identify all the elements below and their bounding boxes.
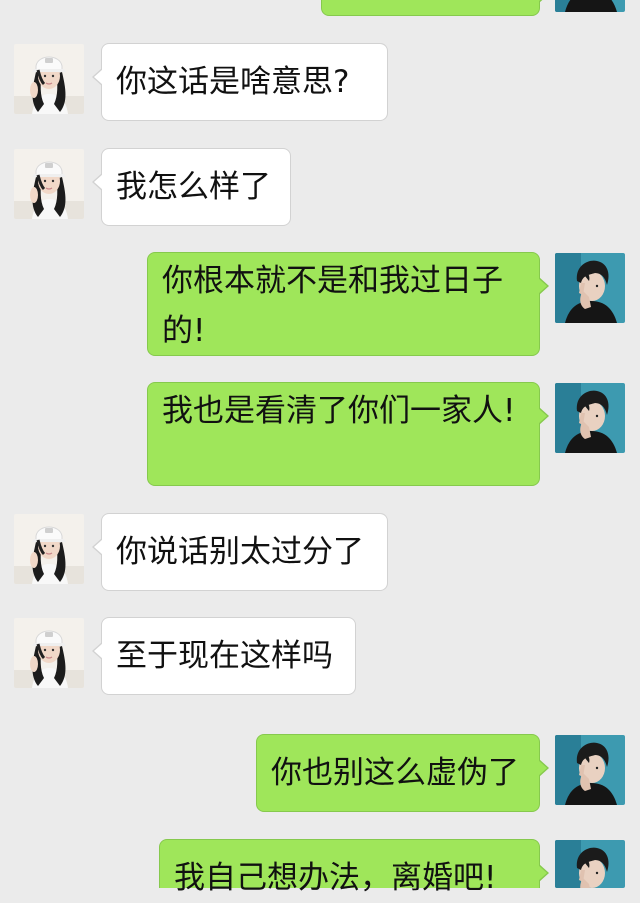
male-user-avatar[interactable] <box>555 253 625 323</box>
outgoing-message-bubble: 你也别这么虚伪了 <box>256 734 549 812</box>
outgoing-message-bubble: 我自己想办法，离婚吧! <box>159 839 549 896</box>
male-user-avatar[interactable] <box>555 840 625 888</box>
outgoing-message-bubble: 你根本就不是和我过日子的! <box>147 252 549 356</box>
chat-message-list[interactable]: 你这话是啥意思? 我怎么样了 你根本就不是和我过日子的! 我也是看清了你们一家人… <box>0 0 640 896</box>
message-text: 你根本就不是和我过日子的! <box>162 263 503 349</box>
male-user-avatar[interactable] <box>555 735 625 805</box>
female-user-avatar[interactable] <box>14 149 84 219</box>
message-text: 你这话是啥意思? <box>116 64 350 100</box>
message-text: 至于现在这样吗 <box>116 638 333 674</box>
outgoing-message-bubble <box>321 0 549 16</box>
message-text: 我自己想办法，离婚吧! <box>174 860 497 896</box>
incoming-message-bubble: 你这话是啥意思? <box>92 43 388 121</box>
message-text: 你说话别太过分了 <box>116 534 364 570</box>
message-text: 我也是看清了你们一家人! <box>162 393 516 429</box>
incoming-message-bubble: 我怎么样了 <box>92 148 291 226</box>
outgoing-message-bubble: 我也是看清了你们一家人! <box>147 382 549 486</box>
male-user-avatar[interactable] <box>555 0 625 12</box>
female-user-avatar[interactable] <box>14 44 84 114</box>
message-text: 我怎么样了 <box>116 169 271 205</box>
female-user-avatar[interactable] <box>14 618 84 688</box>
incoming-message-bubble: 你说话别太过分了 <box>92 513 388 591</box>
incoming-message-bubble: 至于现在这样吗 <box>92 617 356 695</box>
male-user-avatar[interactable] <box>555 383 625 453</box>
message-text: 你也别这么虚伪了 <box>271 755 519 791</box>
female-user-avatar[interactable] <box>14 514 84 584</box>
